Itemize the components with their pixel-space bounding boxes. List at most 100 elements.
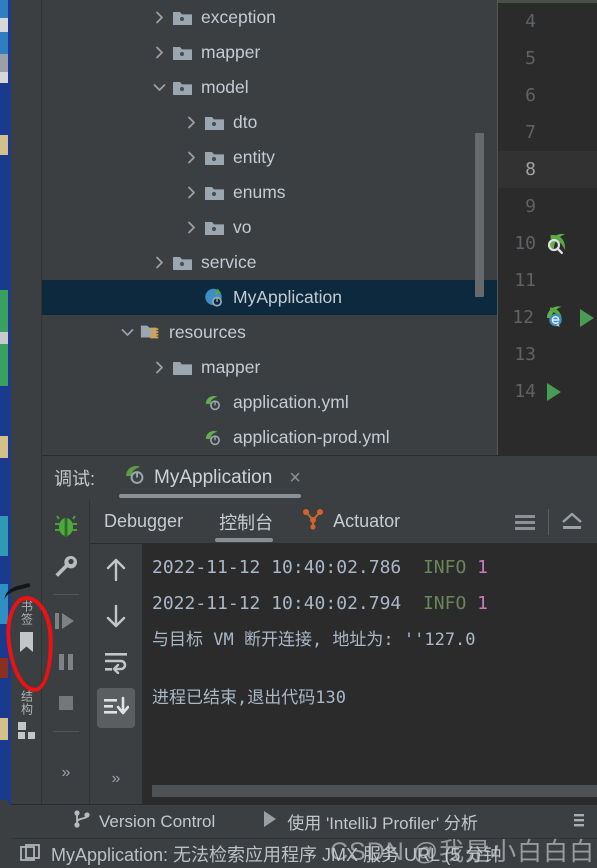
debug-session-tab[interactable]: MyApplication × [113, 456, 311, 501]
status-profiler-label: 使用 'IntelliJ Profiler' 分析 [287, 814, 478, 833]
tree-row[interactable]: vo [42, 210, 497, 245]
gutter-line[interactable]: 6 [498, 77, 597, 114]
status-message-text: MyApplication: 无法检索应用程序 JMX 服务 URL (5 分钟 [51, 844, 502, 865]
console-actions-overflow[interactable]: » [90, 770, 142, 788]
status-bar-tools: Version Control 使用 'IntelliJ Profiler' 分… [11, 804, 597, 838]
hamburger-icon[interactable] [508, 506, 542, 538]
chevron-right-icon[interactable] [182, 184, 200, 202]
sidebar-item-structure[interactable]: 结构 [11, 690, 42, 744]
scroll-end-icon[interactable] [97, 688, 135, 728]
console-log-line: 2022-11-12 10:40:02.786 INFO 1 [152, 550, 597, 586]
console-output[interactable]: 2022-11-12 10:40:02.786 INFO 1 2022-11-12… [142, 544, 597, 804]
debug-action-separator-2 [52, 731, 79, 732]
tree-row[interactable]: application.yml [42, 385, 497, 420]
console-level: INFO [422, 557, 467, 578]
tree-row-label: application-prod.yml [233, 427, 390, 447]
tree-row[interactable]: service [42, 245, 497, 280]
tab-actuator[interactable]: Actuator [287, 500, 422, 544]
bug-icon[interactable] [49, 508, 83, 542]
run-icon[interactable] [577, 307, 597, 329]
console-hscroll-thumb[interactable] [152, 785, 597, 797]
tree-row[interactable]: enums [42, 175, 497, 210]
tree-row[interactable]: mapper [42, 35, 497, 70]
tree-row[interactable]: entity [42, 140, 497, 175]
chevron-right-icon[interactable] [182, 114, 200, 132]
console-log-line: 2022-11-12 10:40:02.794 INFO 1 [152, 586, 597, 622]
gutter-line[interactable]: 10 [498, 225, 597, 262]
folder-icon [204, 218, 226, 238]
tree-row[interactable]: exception [42, 0, 497, 35]
folder-icon [204, 183, 226, 203]
debug-toolwindow-body: » Debugger 控制台 Actuator » 2022-11-12 10:… [42, 500, 597, 804]
chevron-right-icon[interactable] [150, 254, 168, 272]
run-icon[interactable] [544, 381, 564, 403]
project-tree-scrollbar[interactable] [475, 0, 491, 455]
gutter-line[interactable]: 11 [498, 262, 597, 299]
tree-row[interactable]: model [42, 70, 497, 105]
arrow-down-icon[interactable] [97, 596, 135, 636]
project-tree-panel[interactable]: exception mapper model dto entity enums vo serv… [42, 0, 497, 455]
wrap-text-icon[interactable] [97, 642, 135, 682]
gutter-line-number: 4 [525, 11, 536, 32]
gutter-line[interactable]: 4 [498, 3, 597, 40]
spring-run-config-icon [123, 464, 147, 492]
spring-bean-icon[interactable] [542, 304, 569, 331]
chevron-right-icon[interactable] [182, 149, 200, 167]
folder-icon [172, 8, 194, 28]
status-profiler[interactable]: 使用 'IntelliJ Profiler' 分析 [261, 809, 478, 834]
arrow-up-icon[interactable] [97, 550, 135, 590]
actuator-icon [301, 508, 325, 535]
tree-row-label: enums [233, 182, 286, 202]
sidebar-item-bookmarks-label: 书签 [19, 600, 34, 626]
sidebar-item-structure-label: 结构 [19, 690, 34, 716]
gutter-line[interactable]: 12 [498, 299, 597, 336]
tree-row[interactable]: dto [42, 105, 497, 140]
wrench-icon[interactable] [49, 549, 83, 583]
tree-row-label: resources [169, 322, 246, 342]
tree-row[interactable]: resources [42, 315, 497, 350]
gutter-line-number: 11 [514, 270, 536, 291]
resume-icon[interactable] [49, 604, 83, 638]
editor-gutter[interactable]: 4 5 6 7 8 9 10 11 12 13 14 [497, 0, 597, 455]
chevron-down-icon[interactable] [118, 324, 136, 342]
tab-console[interactable]: 控制台 [205, 500, 287, 544]
project-tree-scroll-thumb[interactable] [475, 133, 484, 297]
tab-debugger[interactable]: Debugger [90, 500, 205, 544]
spring-bean-search-icon[interactable] [544, 230, 571, 257]
chevron-right-icon[interactable] [150, 9, 168, 27]
tree-row[interactable]: mapper [42, 350, 497, 385]
tab-console-label: 控制台 [219, 512, 274, 533]
chevron-down-icon[interactable] [150, 79, 168, 97]
chevron-right-icon[interactable] [182, 219, 200, 237]
chevron-right-icon[interactable] [150, 44, 168, 62]
debug-session-tab-underline [119, 493, 301, 498]
sidebar-item-bookmarks[interactable]: 书签 [11, 600, 42, 656]
close-icon[interactable]: × [289, 467, 301, 490]
debug-actions-overflow[interactable]: » [42, 764, 90, 782]
gutter-line-number: 8 [525, 159, 536, 180]
gutter-line-number: 5 [525, 48, 536, 69]
gutter-line-number: 6 [525, 85, 536, 106]
console-level: INFO [422, 593, 467, 614]
tree-row[interactable]: MyApplication [42, 280, 497, 315]
stop-icon[interactable] [49, 686, 83, 720]
chevron-right-icon[interactable] [150, 359, 168, 377]
pause-icon[interactable] [49, 645, 83, 679]
tree-row[interactable]: application-prod.yml [42, 420, 497, 455]
status-version-control[interactable]: Version Control [73, 809, 215, 834]
tree-row-label: entity [233, 147, 275, 167]
gutter-line[interactable]: 5 [498, 40, 597, 77]
gutter-line[interactable]: 7 [498, 114, 597, 151]
status-bar-message: MyApplication: 无法检索应用程序 JMX 服务 URL (5 分钟 [11, 838, 597, 868]
gutter-line[interactable]: 8 [498, 151, 597, 188]
gutter-line[interactable]: 13 [498, 336, 597, 373]
tree-row-label: dto [233, 112, 258, 132]
status-right-icon[interactable] [571, 812, 587, 837]
folder-icon [172, 253, 194, 273]
upload-icon[interactable] [555, 506, 589, 538]
tree-row-label: mapper [201, 357, 261, 377]
gutter-line[interactable]: 14 [498, 373, 597, 410]
gutter-line[interactable]: 9 [498, 188, 597, 225]
